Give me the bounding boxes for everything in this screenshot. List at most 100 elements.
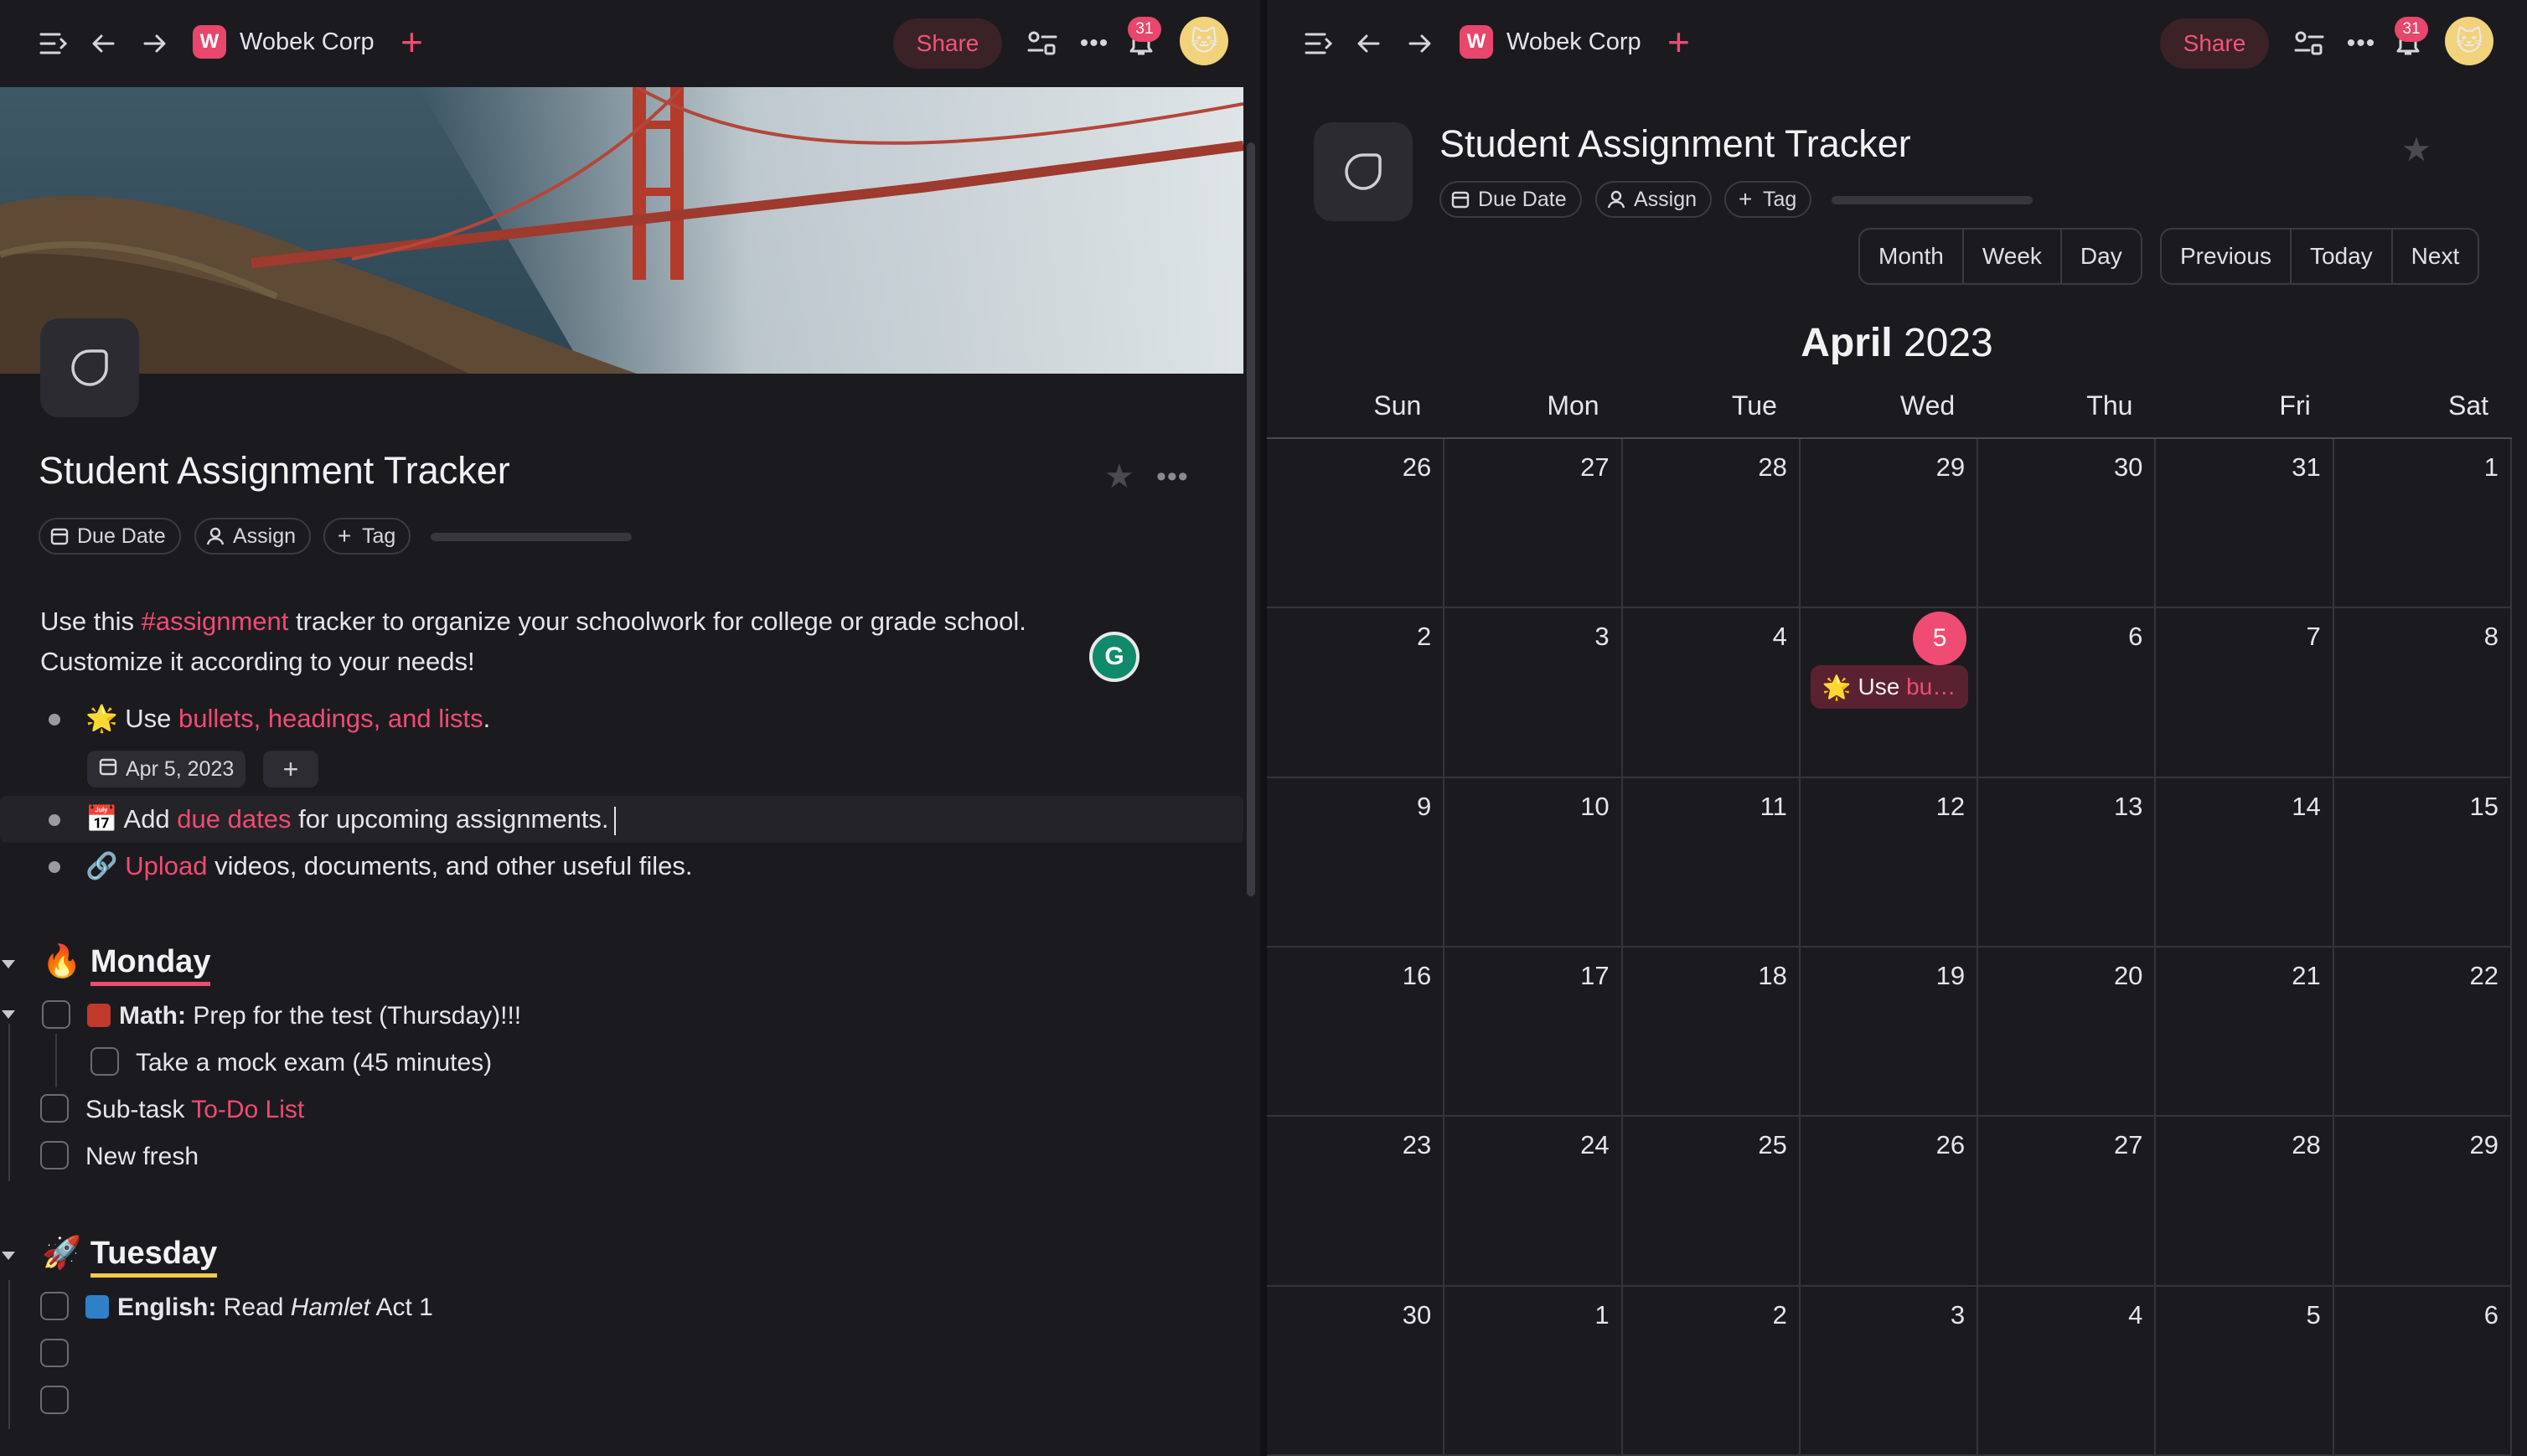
favorite-star-icon[interactable]: ★: [2401, 131, 2431, 169]
page-icon[interactable]: [40, 318, 139, 417]
more-options-icon[interactable]: •••: [2344, 27, 2378, 60]
week-view-button[interactable]: Week: [1964, 230, 2062, 283]
workspace-badge[interactable]: W: [1460, 25, 1493, 59]
calendar-event[interactable]: 🌟 Use bu…: [1810, 665, 1969, 710]
task-checkbox[interactable]: [40, 1292, 69, 1320]
calendar-day-cell[interactable]: 6: [1978, 608, 2157, 778]
calendar-day-cell[interactable]: 27: [1978, 1117, 2157, 1287]
assignment-hashtag-link[interactable]: #assignment: [142, 607, 289, 636]
todo-list-link[interactable]: To-Do List: [191, 1096, 304, 1123]
forward-arrow-icon[interactable]: [1403, 27, 1436, 60]
day-view-button[interactable]: Day: [2062, 230, 2141, 283]
tag-chip[interactable]: + Tag: [1724, 181, 1812, 218]
workspace-badge[interactable]: W: [193, 25, 226, 59]
calendar-day-cell[interactable]: 10: [1444, 777, 1623, 947]
bullet-item[interactable]: 🔗 Upload videos, documents, and other us…: [85, 849, 692, 883]
pane-divider[interactable]: [1260, 0, 1267, 1456]
page-more-icon[interactable]: •••: [1156, 461, 1189, 493]
calendar-day-cell[interactable]: 16: [1267, 947, 1445, 1118]
collapse-caret-icon[interactable]: [2, 1252, 15, 1260]
page-title[interactable]: Student Assignment Tracker: [39, 449, 510, 493]
calendar-day-cell[interactable]: 22: [2333, 947, 2512, 1118]
sidebar-toggle-icon[interactable]: [1302, 27, 1336, 60]
bullet-item[interactable]: 📅 Add due dates for upcoming assignments…: [85, 803, 616, 836]
calendar-day-cell[interactable]: 29: [1800, 439, 1979, 609]
sidebar-toggle-icon[interactable]: [37, 27, 70, 60]
today-button[interactable]: Today: [2292, 230, 2393, 283]
calendar-day-cell[interactable]: 28: [1622, 439, 1801, 609]
calendar-day-cell[interactable]: 30: [1978, 439, 2157, 609]
page-title[interactable]: Student Assignment Tracker: [1439, 122, 1911, 166]
back-arrow-icon[interactable]: [1352, 27, 1386, 60]
calendar-day-cell[interactable]: 3: [1444, 608, 1623, 778]
calendar-day-cell[interactable]: 20: [1978, 947, 2157, 1118]
calendar-day-cell[interactable]: 4: [1622, 608, 1801, 778]
calendar-day-cell[interactable]: 4: [1978, 1286, 2157, 1456]
share-button[interactable]: Share: [2160, 18, 2269, 69]
calendar-day-cell[interactable]: 29: [2333, 1117, 2512, 1287]
calendar-day-cell[interactable]: 25: [1622, 1117, 1801, 1287]
bullet-link[interactable]: bullets, headings, and lists: [178, 704, 483, 733]
calendar-day-cell[interactable]: 27: [1444, 439, 1623, 609]
next-button[interactable]: Next: [2393, 230, 2478, 283]
calendar-day-cell[interactable]: 8: [2333, 608, 2512, 778]
calendar-day-cell[interactable]: 7: [2156, 608, 2334, 778]
collapse-caret-icon[interactable]: [2, 1010, 15, 1019]
avatar[interactable]: 🐱: [2445, 17, 2493, 65]
assign-chip[interactable]: Assign: [194, 518, 312, 555]
task-checkbox[interactable]: [40, 1094, 69, 1123]
calendar-day-cell[interactable]: 19: [1800, 947, 1979, 1118]
workspace-name[interactable]: Wobek Corp: [1506, 28, 1641, 56]
assign-chip[interactable]: Assign: [1595, 181, 1713, 218]
subtask-mock-exam[interactable]: Take a mock exam (45 minutes): [136, 1049, 492, 1077]
tag-chip[interactable]: + Tag: [323, 518, 411, 555]
scrollbar[interactable]: [1247, 142, 1255, 896]
calendar-day-cell[interactable]: 30: [1267, 1286, 1445, 1456]
calendar-day-cell[interactable]: 23: [1267, 1117, 1445, 1287]
task-checkbox[interactable]: [42, 1000, 70, 1029]
calendar-day-cell[interactable]: 2: [1622, 1286, 1801, 1456]
calendar-day-cell[interactable]: 26: [1267, 439, 1445, 609]
calendar-day-cell[interactable]: 26: [1800, 1117, 1979, 1287]
calendar-day-cell[interactable]: 15: [2333, 777, 2512, 947]
bullet-item[interactable]: 🌟 Use bullets, headings, and lists.: [85, 702, 490, 736]
calendar-day-cell[interactable]: 1: [1444, 1286, 1623, 1456]
calendar-day-cell[interactable]: 6: [2333, 1286, 2512, 1456]
calendar-day-cell[interactable]: 9: [1267, 777, 1445, 947]
calendar-day-cell[interactable]: 13: [1978, 777, 2157, 947]
calendar-day-cell[interactable]: 14: [2156, 777, 2334, 947]
share-button[interactable]: Share: [893, 18, 1002, 69]
previous-button[interactable]: Previous: [2162, 230, 2292, 283]
tuesday-heading[interactable]: 🚀 Tuesday: [42, 1235, 218, 1278]
bullet-link[interactable]: Upload: [125, 851, 207, 880]
calendar-day-cell[interactable]: 28: [2156, 1117, 2334, 1287]
month-view-button[interactable]: Month: [1860, 230, 1964, 283]
calendar-day-cell[interactable]: 24: [1444, 1117, 1623, 1287]
page-icon[interactable]: [1314, 122, 1413, 221]
calendar-day-cell[interactable]: 17: [1444, 947, 1623, 1118]
calendar-day-cell[interactable]: 1: [2333, 439, 2512, 609]
intro-paragraph[interactable]: Use this #assignment tracker to organize…: [40, 602, 1129, 682]
date-chip[interactable]: Apr 5, 2023: [87, 751, 246, 787]
settings-sliders-icon[interactable]: [2292, 27, 2326, 60]
add-page-icon[interactable]: +: [1667, 20, 1690, 64]
task-subtask-todo[interactable]: Sub-task To-Do List: [85, 1096, 304, 1124]
calendar-day-cell[interactable]: 31: [2156, 439, 2334, 609]
calendar-day-cell[interactable]: 12: [1800, 777, 1979, 947]
workspace-name[interactable]: Wobek Corp: [240, 28, 375, 56]
bullet-link[interactable]: due dates: [177, 804, 291, 834]
monday-heading[interactable]: 🔥 Monday: [42, 943, 211, 986]
grammarly-icon[interactable]: G: [1089, 632, 1139, 682]
forward-arrow-icon[interactable]: [137, 27, 171, 60]
calendar-day-cell[interactable]: 5: [2156, 1286, 2334, 1456]
new-fresh-link[interactable]: New fresh: [85, 1143, 199, 1171]
settings-sliders-icon[interactable]: [1026, 27, 1059, 60]
task-math[interactable]: Math: Prep for the test (Thursday)!!!: [87, 1002, 521, 1030]
back-arrow-icon[interactable]: [87, 27, 121, 60]
subtask-checkbox[interactable]: [90, 1047, 119, 1076]
calendar-day-cell[interactable]: 18: [1622, 947, 1801, 1118]
add-property-button[interactable]: +: [263, 751, 318, 787]
task-checkbox[interactable]: [40, 1141, 69, 1169]
calendar-day-cell[interactable]: 21: [2156, 947, 2334, 1118]
collapse-caret-icon[interactable]: [2, 960, 15, 968]
